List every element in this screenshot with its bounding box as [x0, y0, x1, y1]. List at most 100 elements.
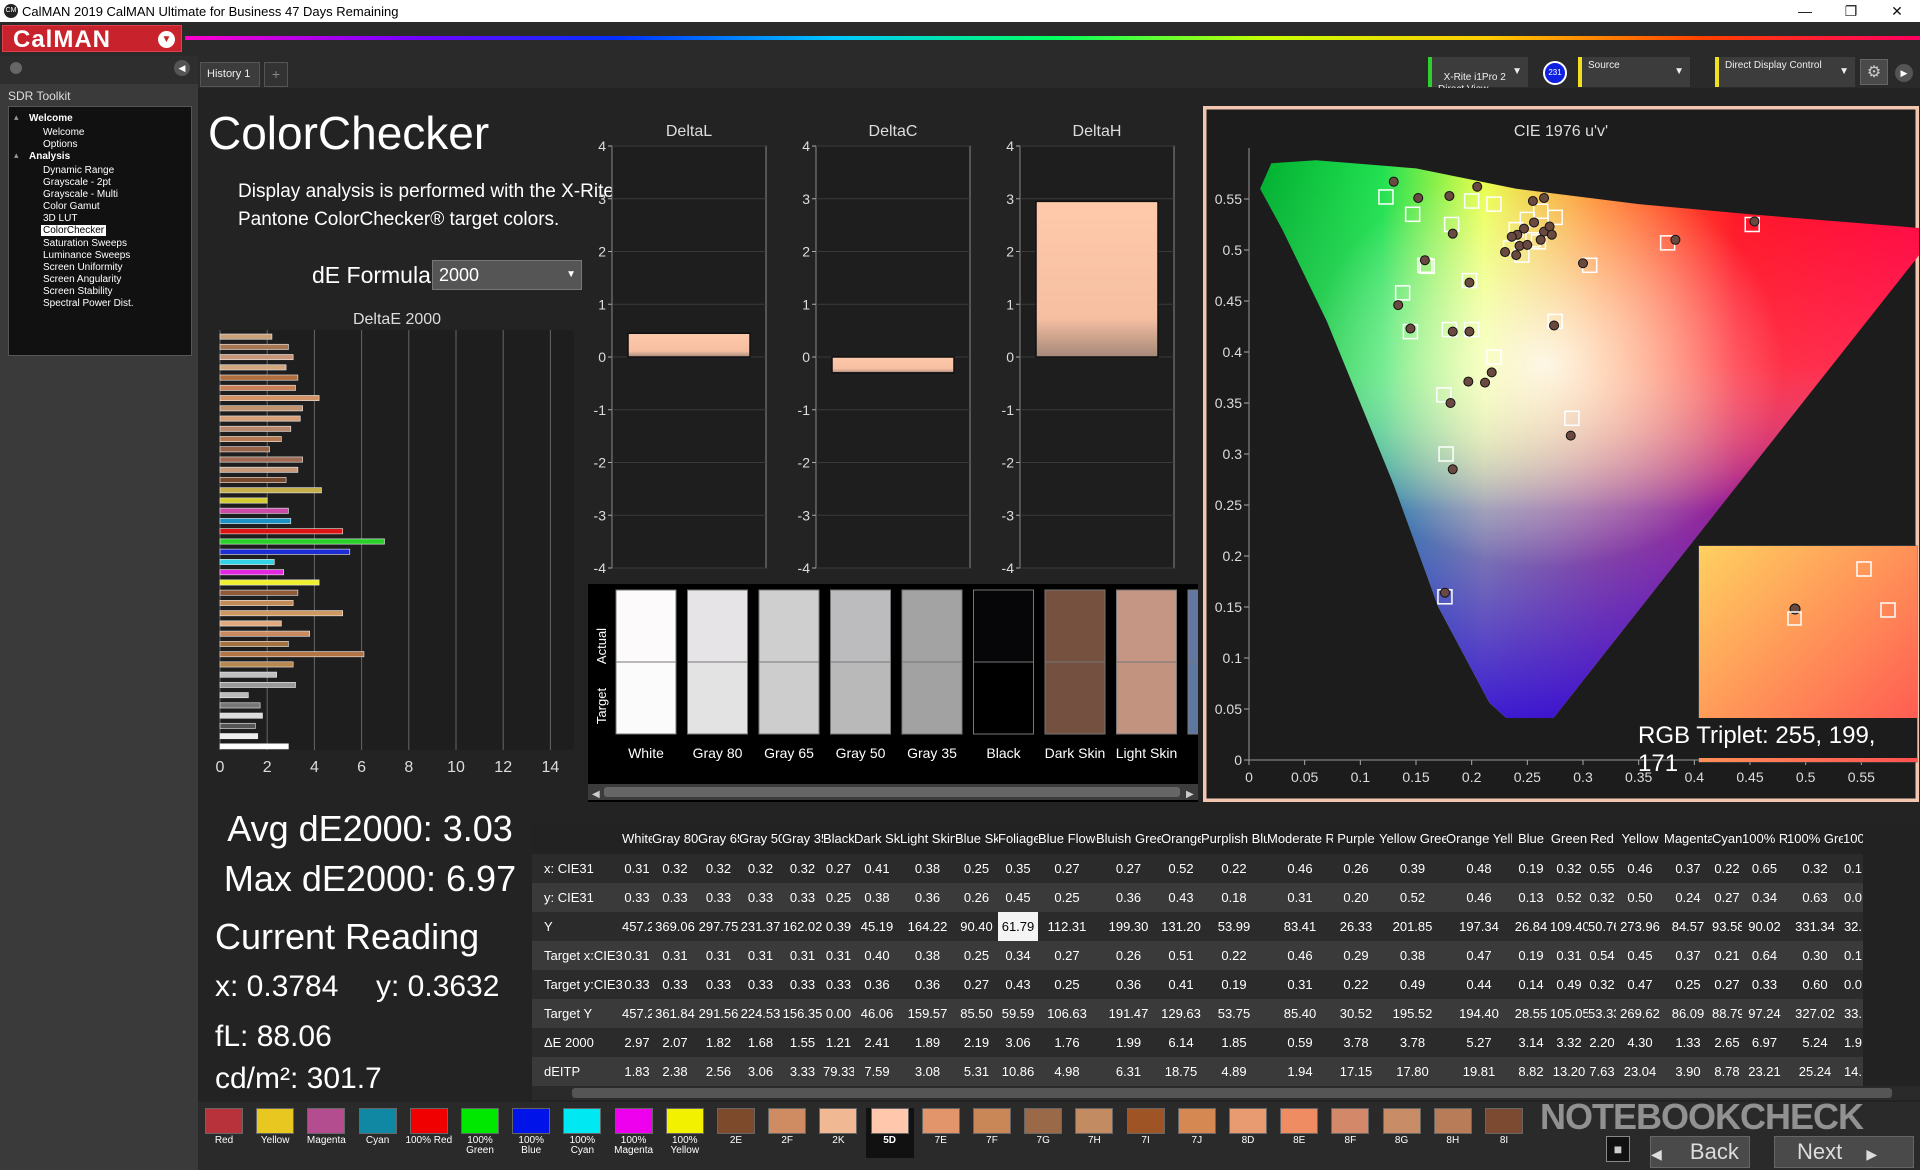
tree-item-screen-stability[interactable]: Screen Stability — [43, 286, 112, 297]
swatch-button[interactable]: 8I — [1480, 1108, 1528, 1158]
swatch-button[interactable]: 100% Green — [456, 1108, 504, 1158]
tree-item-color-gamut[interactable]: Color Gamut — [43, 201, 100, 212]
column-header[interactable]: Gray 50 — [739, 822, 782, 854]
tree-item-welcome[interactable]: Welcome — [43, 127, 85, 138]
formula-select[interactable]: 2000 ▼ — [432, 260, 582, 290]
gear-icon[interactable]: ⚙ — [1860, 59, 1888, 85]
minimize-button[interactable]: — — [1782, 0, 1828, 22]
column-header[interactable]: Blue Sky — [955, 822, 998, 854]
table-cell: 0.0 — [1843, 970, 1863, 999]
swatch-button[interactable]: Cyan — [354, 1108, 402, 1158]
swatch-button[interactable]: 100% Cyan — [558, 1108, 606, 1158]
cie-actual-marker — [1447, 326, 1458, 337]
swatch-button[interactable]: Red — [200, 1108, 248, 1158]
column-header[interactable] — [532, 822, 622, 854]
column-header[interactable]: 100% Green — [1787, 822, 1843, 854]
tree-item-dynamic-range[interactable]: Dynamic Range — [43, 165, 114, 176]
tree-item-luminance-sweeps[interactable]: Luminance Sweeps — [43, 250, 130, 261]
calman-menu-button[interactable]: CalMAN ▼ — [2, 25, 182, 53]
meter-badge[interactable]: 231 — [1543, 61, 1567, 85]
swatch-button[interactable]: 8D — [1224, 1108, 1272, 1158]
swatch-button[interactable]: Magenta — [302, 1108, 350, 1158]
tree-item-saturation-sweeps[interactable]: Saturation Sweeps — [43, 238, 127, 249]
expand-icon[interactable]: ▴ — [14, 112, 19, 123]
column-header[interactable]: Purplish Blue — [1201, 822, 1267, 854]
column-header[interactable]: Bluish Green — [1096, 822, 1161, 854]
swatch-button[interactable]: 2E — [712, 1108, 760, 1158]
column-header[interactable]: Green — [1550, 822, 1588, 854]
column-header[interactable]: Red — [1588, 822, 1616, 854]
column-header[interactable]: Gray 80 — [652, 822, 698, 854]
add-tab-button[interactable]: + — [264, 62, 288, 87]
swatch-button[interactable]: Yellow — [251, 1108, 299, 1158]
table-cell: 1.33 — [1664, 1028, 1712, 1057]
tree-item-colorchecker[interactable]: ColorChecker — [41, 225, 107, 236]
tree-item-screen-angularity[interactable]: Screen Angularity — [43, 274, 121, 285]
source-selector[interactable]: Source ▼ — [1578, 57, 1690, 87]
column-header[interactable]: Black — [823, 822, 854, 854]
swatch-button[interactable]: 7H — [1070, 1108, 1118, 1158]
patch-label: Gray 80 — [693, 745, 743, 761]
collapse-icon[interactable]: ◀ — [174, 60, 190, 76]
swatch-button[interactable]: 8F — [1326, 1108, 1374, 1158]
column-header[interactable]: Blue — [1512, 822, 1550, 854]
pin-icon[interactable] — [10, 62, 22, 74]
column-header[interactable]: Orange Yellow — [1446, 822, 1512, 854]
swatch-button[interactable]: 100% Magenta — [610, 1108, 658, 1158]
column-header[interactable]: Gray 35 — [782, 822, 823, 854]
swatch-button[interactable]: 8G — [1378, 1108, 1426, 1158]
stop-icon[interactable]: ■ — [1606, 1136, 1630, 1162]
swatch-button[interactable]: 5D — [865, 1108, 914, 1158]
swatch-button[interactable]: 100% Blue — [507, 1108, 555, 1158]
swatch-button[interactable]: 8H — [1429, 1108, 1477, 1158]
expand-icon[interactable]: ▴ — [14, 150, 19, 161]
table-cell: 0.32 — [1550, 854, 1588, 883]
swatch-button[interactable]: 100% Red — [405, 1108, 453, 1158]
tree-group-welcome[interactable]: Welcome — [29, 113, 73, 124]
tree-item-3d-lut[interactable]: 3D LUT — [43, 213, 77, 224]
column-header[interactable]: 100 — [1843, 822, 1863, 854]
back-button[interactable]: ◀ Back — [1650, 1136, 1750, 1168]
swatch-button[interactable]: 7J — [1173, 1108, 1221, 1158]
close-button[interactable]: ✕ — [1874, 0, 1920, 22]
swatch-button[interactable]: 2F — [763, 1108, 811, 1158]
cie-ytick: 0.15 — [1215, 599, 1242, 615]
swatch-button[interactable]: 7I — [1122, 1108, 1170, 1158]
tree-item-screen-uniformity[interactable]: Screen Uniformity — [43, 262, 122, 273]
column-header[interactable]: Purple — [1333, 822, 1379, 854]
tree-item-spectral-power[interactable]: Spectral Power Dist. — [43, 298, 134, 309]
column-header[interactable]: Light Skin — [900, 822, 955, 854]
meter-selector[interactable]: X-Rite i1Pro 2 Direct View ▼ — [1428, 57, 1528, 95]
next-button[interactable]: Next ▶ — [1774, 1136, 1914, 1168]
column-header[interactable]: Gray 65 — [698, 822, 739, 854]
table-cell: 0.32 — [739, 854, 782, 883]
column-header[interactable]: Cyan — [1712, 822, 1742, 854]
tree-group-analysis[interactable]: Analysis — [29, 151, 70, 162]
swatch-button[interactable]: 7E — [917, 1108, 965, 1158]
column-header[interactable]: Yellow — [1616, 822, 1664, 854]
swatch-button[interactable]: 2K — [814, 1108, 862, 1158]
swatch-button[interactable]: 7G — [1019, 1108, 1067, 1158]
tree-item-options[interactable]: Options — [43, 139, 77, 150]
column-header[interactable]: Blue Flower — [1038, 822, 1096, 854]
table-cell: 0.48 — [1446, 854, 1512, 883]
column-header[interactable]: Moderate Red — [1267, 822, 1333, 854]
tab-history-1[interactable]: History 1 — [200, 62, 260, 87]
swatch-button[interactable]: 7F — [968, 1108, 1016, 1158]
column-header[interactable]: Dark Skin — [854, 822, 900, 854]
column-header[interactable]: White — [622, 822, 652, 854]
column-header[interactable]: Magenta — [1664, 822, 1712, 854]
swatch-button[interactable]: 100% Yellow — [661, 1108, 709, 1158]
window-titlebar: CM CalMAN 2019 CalMAN Ultimate for Busin… — [0, 0, 1920, 22]
tree-item-grayscale-2pt[interactable]: Grayscale - 2pt — [43, 177, 111, 188]
column-header[interactable]: 100% Red — [1742, 822, 1787, 854]
column-header[interactable]: Orange — [1161, 822, 1201, 854]
display-selector[interactable]: Direct Display Control ▼ — [1715, 57, 1855, 87]
column-header[interactable]: Foliage — [998, 822, 1038, 854]
maximize-button[interactable]: ❐ — [1828, 0, 1874, 22]
tree-item-grayscale-multi[interactable]: Grayscale - Multi — [43, 189, 118, 200]
table-row: Target x:CIE31 0.31 0.31 0.31 0.31 0.31 0.31 0.… — [532, 941, 1863, 970]
column-header[interactable]: Yellow Green — [1379, 822, 1446, 854]
swatch-button[interactable]: 8E — [1275, 1108, 1323, 1158]
expand-right-icon[interactable]: ▶ — [1895, 64, 1913, 82]
